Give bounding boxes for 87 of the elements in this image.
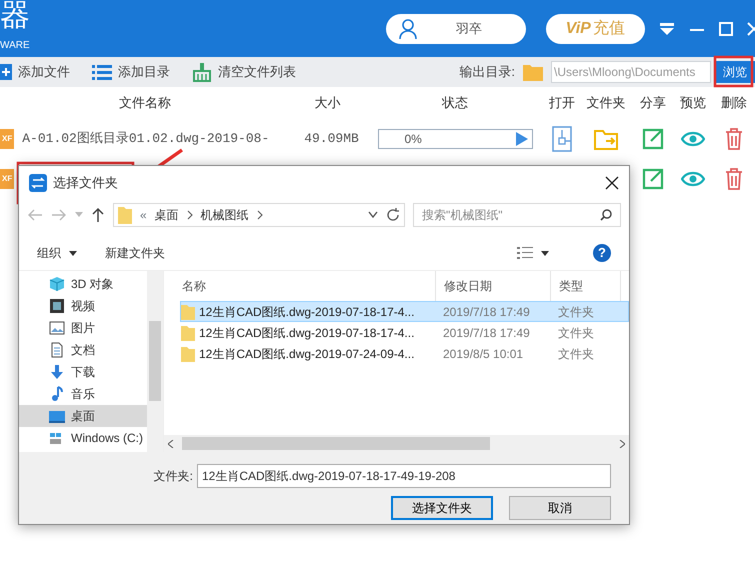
- nav-tree-item[interactable]: Windows (C:): [19, 427, 159, 449]
- scroll-right-icon[interactable]: [619, 440, 625, 448]
- file-type-badge: XF: [0, 169, 14, 189]
- delete-icon[interactable]: [723, 167, 745, 191]
- select-folder-button[interactable]: 选择文件夹: [391, 496, 493, 520]
- column-header: 打开: [548, 94, 576, 112]
- play-icon[interactable]: [516, 132, 528, 146]
- folder-icon: [181, 324, 195, 340]
- music-note-icon: [49, 386, 65, 402]
- caret-icon[interactable]: [75, 212, 83, 218]
- nav-tree-item[interactable]: 下载: [19, 361, 159, 383]
- refresh-icon[interactable]: [386, 208, 400, 222]
- column-header: 大小: [314, 94, 342, 112]
- horizontal-scrollbar[interactable]: [164, 435, 629, 452]
- column-header: 分享: [639, 94, 667, 112]
- nav-tree-item[interactable]: 3D 对象: [19, 273, 159, 295]
- breadcrumb-chevron[interactable]: «: [140, 206, 147, 224]
- share-icon[interactable]: [641, 167, 665, 191]
- folder-name-field[interactable]: 12生肖CAD图纸.dwg-2019-07-18-17-49-19-208: [197, 464, 611, 488]
- scroll-left-icon[interactable]: [168, 440, 174, 448]
- help-button[interactable]: ?: [593, 244, 611, 262]
- caret-icon: [541, 250, 549, 256]
- close-icon[interactable]: [605, 176, 619, 190]
- view-options-button[interactable]: [517, 246, 549, 260]
- nav-tree-item[interactable]: 图片: [19, 317, 159, 339]
- dialog-title: 选择文件夹: [53, 174, 119, 192]
- column-header: 文件夹: [586, 94, 626, 112]
- address-bar[interactable]: « 桌面 机械图纸: [113, 203, 405, 227]
- add-file-icon: [0, 62, 12, 82]
- chevron-icon: [186, 210, 193, 220]
- file-name: A-01.02图纸目录01.02.dwg-2019-08-: [22, 130, 270, 148]
- column-header: 删除: [720, 94, 748, 112]
- cube-icon: [49, 276, 65, 292]
- open-file-icon[interactable]: [551, 126, 573, 152]
- monitor-icon: [49, 408, 65, 424]
- organize-menu[interactable]: 组织: [37, 244, 77, 262]
- file-size: 49.09MB: [304, 130, 359, 148]
- progress-bar: 0%: [378, 129, 532, 149]
- add-folder-button[interactable]: 添加目录: [118, 62, 170, 82]
- film-icon: [49, 298, 65, 314]
- folder-icon: [118, 206, 132, 224]
- nav-tree-item[interactable]: 文档: [19, 339, 159, 361]
- folder-arrow-icon[interactable]: [594, 127, 618, 151]
- caret-icon: [69, 250, 77, 256]
- forward-arrow-icon[interactable]: [51, 208, 67, 222]
- search-icon: [600, 209, 612, 221]
- dropdown-caret-icon[interactable]: [368, 211, 378, 219]
- broom-icon: [192, 62, 212, 82]
- clear-list-button[interactable]: 清空文件列表: [218, 62, 296, 82]
- nav-tree-item[interactable]: 音乐: [19, 383, 159, 405]
- column-header: 文件名称: [118, 94, 172, 112]
- delete-icon[interactable]: [723, 127, 745, 151]
- folder-select-icon: [29, 174, 47, 192]
- share-icon[interactable]: [641, 127, 665, 151]
- user-button[interactable]: 羽卒: [386, 14, 526, 44]
- new-folder-button[interactable]: 新建文件夹: [105, 244, 165, 262]
- user-icon: [398, 18, 418, 40]
- up-arrow-icon[interactable]: [91, 207, 105, 223]
- folder-icon: [181, 304, 195, 320]
- nav-tree-item[interactable]: 视频: [19, 295, 159, 317]
- output-label: 输出目录:: [459, 63, 515, 82]
- folder-row[interactable]: 12生肖CAD图纸.dwg-2019-07-18-17-4... 2019/7/18 17:49 文件夹: [180, 322, 629, 343]
- add-file-button[interactable]: 添加文件: [18, 62, 70, 82]
- folder-icon: [181, 346, 195, 362]
- folder-row[interactable]: 12生肖CAD图纸.dwg-2019-07-24-09-4... 2019/8/5 10:01 文件夹: [180, 343, 629, 364]
- folder-label: 文件夹:: [154, 468, 193, 485]
- picture-icon: [49, 320, 65, 336]
- vertical-scrollbar[interactable]: [147, 271, 163, 452]
- annotation-box: [714, 56, 754, 88]
- app-title: 器: [0, 0, 31, 30]
- column-header: 状态: [440, 94, 469, 112]
- file-type-badge: XF: [0, 129, 14, 149]
- maximize-icon[interactable]: [719, 22, 734, 36]
- app-subtitle: WARE: [0, 40, 31, 50]
- list-icon: [92, 62, 112, 82]
- breadcrumb-item[interactable]: 桌面: [154, 206, 179, 224]
- download-arrow-icon: [49, 364, 65, 380]
- dropdown-icon[interactable]: [659, 22, 676, 36]
- chevron-icon: [256, 210, 263, 220]
- folder-row[interactable]: 12生肖CAD图纸.dwg-2019-07-18-17-4... 2019/7/18 17:49 文件夹: [180, 301, 629, 322]
- breadcrumb-item[interactable]: 机械图纸: [200, 206, 249, 224]
- column-header: 预览: [679, 94, 707, 112]
- view-list-icon: [517, 246, 533, 260]
- back-arrow-icon[interactable]: [27, 208, 43, 222]
- document-icon: [49, 342, 65, 358]
- search-field[interactable]: 搜索"机械图纸": [413, 203, 621, 227]
- cancel-button[interactable]: 取消: [509, 496, 611, 520]
